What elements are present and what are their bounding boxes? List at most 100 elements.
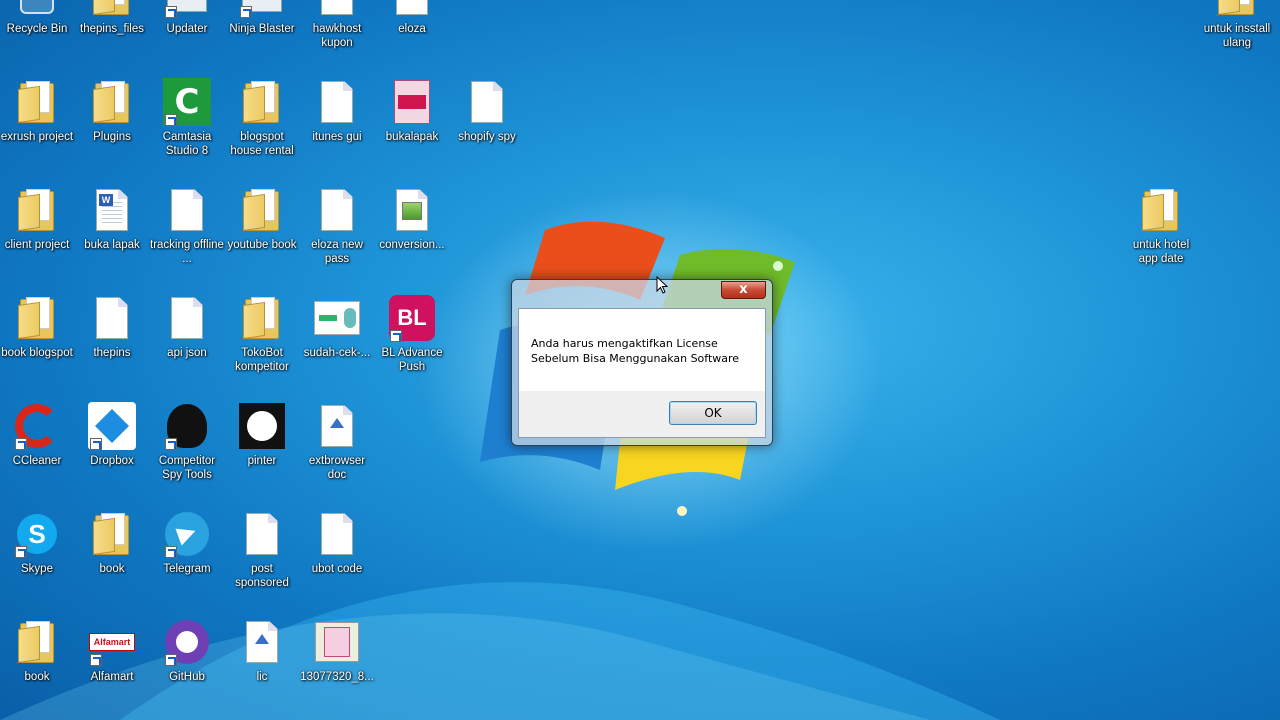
folder-icon (13, 186, 61, 234)
desktop-icon-label: extbrowser doc (308, 455, 366, 481)
desktop-icon-lic[interactable]: lic (225, 618, 299, 718)
shortcut-arrow-icon (165, 654, 177, 666)
folder-icon (88, 510, 136, 558)
doc-icon (313, 186, 361, 234)
desktop-icon-untuk-hotel-app-date[interactable]: untuk hotel app date (1124, 186, 1198, 286)
desktop-icon-label: 13077320_8... (300, 671, 374, 683)
desktop-icon-label: post sponsored (235, 563, 289, 589)
folder-icon (88, 78, 136, 126)
desktop-icon-file-13077320[interactable]: 13077320_8... (300, 618, 374, 718)
desktop-icon-ubot-code[interactable]: ubot code (300, 510, 374, 610)
desktop-icon-buka-lapak[interactable]: Wbuka lapak (75, 186, 149, 286)
desktop-icon-book-4[interactable]: book (75, 510, 149, 610)
doc-icon (163, 186, 211, 234)
word-icon: W (88, 186, 136, 234)
desktop-icon-eloza[interactable]: eloza (375, 0, 449, 70)
dropbox-icon (88, 402, 136, 450)
desktop-icon-bl-advance-push[interactable]: BL BL Advance Push (375, 294, 449, 394)
desktop-icon-camtasia[interactable]: C Camtasia Studio 8 (150, 78, 224, 178)
desktop-icon-label: itunes gui (312, 131, 362, 143)
app-icon (163, 0, 211, 18)
desktop-icon-post-sponsored[interactable]: post sponsored (225, 510, 299, 610)
skype-icon: S (13, 510, 61, 558)
shortcut-arrow-icon (15, 546, 27, 558)
desktop-icon-tokobot-kompetitor[interactable]: TokoBot kompetitor (225, 294, 299, 394)
desktop-icon-competitor-spy-tools[interactable]: Competitor Spy Tools (150, 402, 224, 502)
pinfile-icon (238, 618, 286, 666)
desktop-icon-alfamart[interactable]: Alfamart Alfamart (75, 618, 149, 718)
desktop-icon-conversion[interactable]: conversion... (375, 186, 449, 286)
dialog-titlebar[interactable]: x (512, 280, 772, 308)
desktop-icon-updater[interactable]: Updater (150, 0, 224, 70)
bl-icon: BL (388, 294, 436, 342)
shortcut-arrow-icon (165, 114, 177, 126)
desktop-icon-sudah-cek[interactable]: sudah-cek-... (300, 294, 374, 394)
desktop-icon-untuk-insstall-ulang[interactable]: untuk insstall ulang (1200, 0, 1274, 70)
desktop-icon-plugins[interactable]: Plugins (75, 78, 149, 178)
shortcut-arrow-icon (165, 438, 177, 450)
telegram-icon (163, 510, 211, 558)
desktop-icon-itunes-gui[interactable]: itunes gui (300, 78, 374, 178)
desktop-icon-label: Updater (166, 23, 208, 35)
desktop-icon-label: thepins (93, 347, 131, 359)
desktop-icon-api-json[interactable]: api json (150, 294, 224, 394)
folder-icon (1213, 0, 1261, 18)
desktop-icon-youtube-book[interactable]: youtube book (225, 186, 299, 286)
desktop-icon-label: Dropbox (90, 455, 134, 467)
desktop-icon-telegram[interactable]: Telegram (150, 510, 224, 610)
desktop-icon-exrush-project[interactable]: exrush project (0, 78, 74, 178)
desktop-icon-client-project[interactable]: client project (0, 186, 74, 286)
message-area: Anda harus mengaktifkan License Sebelum … (519, 309, 765, 391)
doc-icon (463, 78, 511, 126)
desktop-icon-book-blogspot[interactable]: book blogspot (0, 294, 74, 394)
shortcut-arrow-icon (165, 546, 177, 558)
desktop-icon-label: hawkhost kupon (312, 23, 362, 49)
doc-icon (88, 294, 136, 342)
desktop-icon-label: Alfamart (90, 671, 134, 683)
shortcut-arrow-icon (240, 6, 252, 18)
desktop-icon-dropbox[interactable]: Dropbox (75, 402, 149, 502)
desktop-icon-label: book (24, 671, 50, 683)
desktop-icon-label: Ninja Blaster (229, 23, 295, 35)
close-button[interactable]: x (721, 281, 766, 299)
desktop-icon-ninja-blaster[interactable]: Ninja Blaster (225, 0, 299, 70)
desktop-icon-book-5[interactable]: book (0, 618, 74, 718)
desktop-icon-eloza-new-pass[interactable]: eloza new pass (300, 186, 374, 286)
doc-icon (238, 510, 286, 558)
desktop-icon-label: api json (167, 347, 207, 359)
desktop-icon-label: eloza (398, 23, 426, 35)
folder-icon (13, 78, 61, 126)
desktop-icon-tracking-offline[interactable]: tracking offline ... (150, 186, 224, 286)
desktop-icon-label: BL Advance Push (381, 347, 443, 373)
desktop-icon-label: Skype (21, 563, 53, 575)
desktop-icon-github[interactable]: GitHub (150, 618, 224, 718)
desktop-icon-label: buka lapak (84, 239, 140, 251)
pink-icon (388, 78, 436, 126)
desktop-icon-ccleaner[interactable]: CCleaner (0, 402, 74, 502)
desktop-icon-hawkhost-kupon[interactable]: hawkhost kupon (300, 0, 374, 70)
message-line-2: Sebelum Bisa Menggunakan Software (531, 352, 740, 365)
folder-icon (238, 186, 286, 234)
desktop-icon-label: client project (4, 239, 70, 251)
desktop-icon-thepins[interactable]: thepins (75, 294, 149, 394)
desktop-icon-label: book (99, 563, 125, 575)
desktop-icon-extbrowser-doc[interactable]: extbrowser doc (300, 402, 374, 502)
ok-button[interactable]: OK (669, 401, 757, 425)
desktop-icon-label: untuk hotel app date (1132, 239, 1190, 265)
desktop-icon-blogspot-house-rental[interactable]: blogspot house rental (225, 78, 299, 178)
desktop-icon-skype[interactable]: S Skype (0, 510, 74, 610)
desktop-icon-recycle-bin[interactable]: Recycle Bin (0, 0, 74, 70)
doc-icon (313, 78, 361, 126)
mouse-cursor-icon (656, 276, 668, 294)
desktop-icon-pinter[interactable]: pinter (225, 402, 299, 502)
desktop-icon-thepins-files[interactable]: thepins_files (75, 0, 149, 70)
shortcut-arrow-icon (15, 438, 27, 450)
desktop-icon-label: GitHub (169, 671, 205, 683)
desktop-icon-shopify-spy[interactable]: shopify spy (450, 78, 524, 178)
desktop-icon-label: Plugins (93, 131, 131, 143)
desktop-icon-bukalapak[interactable]: bukalapak (375, 78, 449, 178)
desktop-icon-label: lic (256, 671, 268, 683)
doc-icon (313, 510, 361, 558)
desktop-icon-label: conversion... (379, 239, 445, 251)
camtasia-icon: C (163, 78, 211, 126)
